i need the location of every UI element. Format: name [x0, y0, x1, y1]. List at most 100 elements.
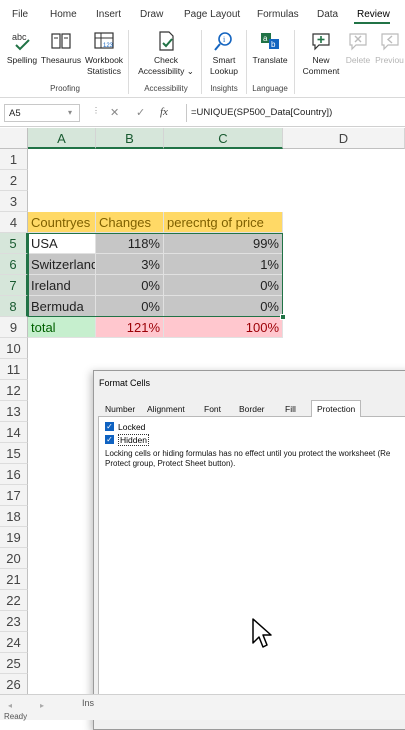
- tab-number[interactable]: Number: [105, 404, 135, 414]
- tab-fill[interactable]: Fill: [285, 404, 296, 414]
- more-options-icon[interactable]: ⋮: [92, 106, 100, 115]
- tab-alignment[interactable]: Alignment: [147, 404, 185, 414]
- row-header-9[interactable]: 9: [0, 317, 28, 338]
- row-header-4[interactable]: 4: [0, 212, 28, 233]
- header-cell-percentage[interactable]: perecntg of price: [164, 212, 283, 233]
- column-header-b[interactable]: B: [96, 128, 164, 149]
- table-row-percentage[interactable]: 0%: [164, 275, 283, 296]
- enter-icon[interactable]: ✓: [136, 106, 145, 119]
- workbook-statistics-icon: 123: [94, 32, 114, 49]
- row-header-24[interactable]: 24: [0, 632, 28, 653]
- tab-formulas[interactable]: Formulas: [257, 9, 299, 20]
- ribbon-tab-bar: File Home Insert Draw Page Layout Formul…: [0, 0, 405, 26]
- row-header-26[interactable]: 26: [0, 674, 28, 694]
- total-percentage-cell[interactable]: 100%: [164, 317, 283, 338]
- tab-draw[interactable]: Draw: [140, 9, 163, 20]
- sheet-nav-next-icon[interactable]: ▸: [40, 701, 44, 710]
- row-header-22[interactable]: 22: [0, 590, 28, 611]
- table-row-percentage[interactable]: 0%: [164, 296, 283, 317]
- delete-comment-icon: [349, 33, 367, 51]
- total-change-cell[interactable]: 121%: [96, 317, 164, 338]
- group-label-accessibility: Accessibility: [144, 84, 188, 93]
- hidden-checkbox[interactable]: ✓: [105, 435, 114, 444]
- formula-input[interactable]: =UNIQUE(SP500_Data[Country]): [186, 104, 405, 122]
- row-header-13[interactable]: 13: [0, 401, 28, 422]
- row-header-23[interactable]: 23: [0, 611, 28, 632]
- tab-protection[interactable]: Protection: [311, 400, 362, 417]
- check-accessibility-button[interactable]: Check Accessibility ⌄: [134, 30, 198, 77]
- row-header-8[interactable]: 8: [0, 296, 28, 317]
- table-row-change[interactable]: 118%: [96, 233, 164, 254]
- column-header-d[interactable]: D: [283, 128, 405, 149]
- new-comment-button[interactable]: New Comment: [298, 30, 344, 77]
- row-header-20[interactable]: 20: [0, 548, 28, 569]
- spelling-button[interactable]: abc Spelling: [4, 30, 40, 66]
- row-header-14[interactable]: 14: [0, 422, 28, 443]
- row-header-15[interactable]: 15: [0, 443, 28, 464]
- locked-checkbox[interactable]: ✓: [105, 422, 114, 431]
- spelling-icon: abc: [12, 32, 30, 51]
- thesaurus-button[interactable]: Thesaurus: [40, 30, 82, 66]
- insert-function-icon[interactable]: fx: [160, 106, 168, 118]
- row-header-1[interactable]: 1: [0, 149, 28, 170]
- total-label-cell[interactable]: total: [28, 317, 96, 338]
- header-cell-countries[interactable]: Countryes: [28, 212, 96, 233]
- table-row-percentage[interactable]: 99%: [164, 233, 283, 254]
- tab-home[interactable]: Home: [50, 9, 77, 20]
- smart-lookup-button[interactable]: i Smart Lookup: [204, 30, 244, 77]
- row-header-19[interactable]: 19: [0, 527, 28, 548]
- row-header-25[interactable]: 25: [0, 653, 28, 674]
- tab-insert[interactable]: Insert: [96, 9, 121, 20]
- delete-comment-label: Delete: [345, 55, 371, 65]
- tab-page-layout[interactable]: Page Layout: [184, 9, 240, 20]
- row-header-16[interactable]: 16: [0, 464, 28, 485]
- translate-button[interactable]: a b Translate: [250, 30, 290, 66]
- sheet-nav-prev-icon[interactable]: ◂: [8, 701, 12, 710]
- row-header-12[interactable]: 12: [0, 380, 28, 401]
- workbook-statistics-button[interactable]: 123 Workbook Statistics: [82, 30, 126, 77]
- tab-review[interactable]: Review: [357, 9, 390, 20]
- cancel-icon[interactable]: ✕: [110, 106, 119, 119]
- table-row-country[interactable]: Bermuda: [28, 296, 96, 317]
- row-header-2[interactable]: 2: [0, 170, 28, 191]
- workbook-statistics-label-1: Workbook: [84, 55, 124, 65]
- tab-file[interactable]: File: [12, 9, 28, 20]
- tab-border[interactable]: Border: [239, 404, 265, 414]
- column-header-c[interactable]: C: [164, 128, 283, 149]
- fill-handle[interactable]: [280, 314, 286, 320]
- table-row-change[interactable]: 3%: [96, 254, 164, 275]
- svg-text:i: i: [223, 35, 226, 44]
- row-header-5[interactable]: 5: [0, 233, 28, 254]
- tab-data[interactable]: Data: [317, 9, 338, 20]
- status-bar: ◂ ▸ Ins Ready: [0, 694, 405, 721]
- row-header-10[interactable]: 10: [0, 338, 28, 359]
- check-accessibility-label-2: Accessibility ⌄: [138, 66, 194, 76]
- header-cell-changes[interactable]: Changes: [96, 212, 164, 233]
- row-header-17[interactable]: 17: [0, 485, 28, 506]
- row-header-18[interactable]: 18: [0, 506, 28, 527]
- table-row-country[interactable]: USA: [28, 233, 96, 254]
- table-row-percentage[interactable]: 1%: [164, 254, 283, 275]
- row-header-7[interactable]: 7: [0, 275, 28, 296]
- table-row-change[interactable]: 0%: [96, 275, 164, 296]
- row-header-6[interactable]: 6: [0, 254, 28, 275]
- delete-comment-button[interactable]: Delete: [344, 30, 372, 66]
- table-row-change[interactable]: 0%: [96, 296, 164, 317]
- row-header-21[interactable]: 21: [0, 569, 28, 590]
- select-all-corner[interactable]: [0, 128, 28, 149]
- previous-comment-icon: [380, 33, 399, 51]
- new-comment-icon: [312, 33, 330, 51]
- locked-label[interactable]: Locked: [118, 422, 145, 432]
- hidden-label[interactable]: Hidden: [118, 434, 149, 446]
- previous-comment-button[interactable]: Previou: [374, 30, 405, 66]
- sheet-tab[interactable]: Ins: [82, 698, 94, 708]
- tab-font[interactable]: Font: [204, 404, 221, 414]
- row-header-3[interactable]: 3: [0, 191, 28, 212]
- translate-icon: a b: [261, 33, 279, 49]
- row-header-11[interactable]: 11: [0, 359, 28, 380]
- table-row-country[interactable]: Ireland: [28, 275, 96, 296]
- dialog-tab-bar: Number Alignment Font Border Fill Protec…: [98, 400, 405, 417]
- column-header-a[interactable]: A: [28, 128, 96, 149]
- name-box-dropdown-icon[interactable]: ▾: [68, 108, 72, 117]
- table-row-country[interactable]: Switzerland: [28, 254, 96, 275]
